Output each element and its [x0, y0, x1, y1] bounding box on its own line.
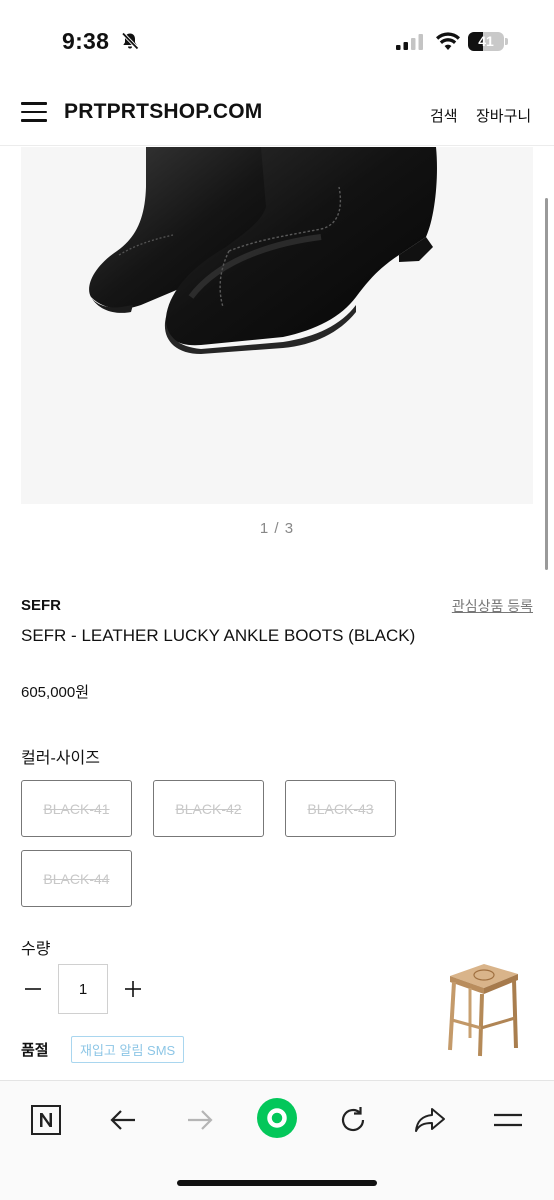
minus-icon[interactable] — [21, 977, 45, 1001]
naver-n-icon[interactable] — [26, 1100, 66, 1140]
option-chip-black-43[interactable]: BLACK-43 — [285, 780, 396, 837]
soldout-label: 품절 — [21, 1042, 49, 1059]
status-time: 9:38 — [62, 28, 110, 54]
site-header: PRTPRTSHOP.COM 검색 장바구니 — [0, 80, 554, 146]
wifi-icon — [436, 32, 460, 50]
stool-floating-icon[interactable] — [440, 958, 522, 1058]
option-label: 컬러-사이즈 — [21, 750, 100, 767]
boots-photo — [89, 147, 437, 354]
product-price: 605,000원 — [21, 684, 90, 701]
restock-sms-button[interactable]: 재입고 알림 SMS — [71, 1036, 185, 1063]
option-chip-black-41[interactable]: BLACK-41 — [21, 780, 132, 837]
wishlist-link[interactable]: 관심상품 등록 — [452, 596, 533, 616]
battery-indicator: 41 — [468, 32, 508, 51]
forward-arrow-icon[interactable] — [180, 1100, 220, 1140]
image-counter: 1 / 3 — [259, 520, 295, 537]
cellular-signal-icon — [396, 34, 423, 50]
product-name: SEFR - LEATHER LUCKY ANKLE BOOTS (BLACK) — [21, 626, 416, 645]
site-logo[interactable]: PRTPRTSHOP.COM — [64, 100, 262, 124]
refresh-icon[interactable] — [333, 1100, 373, 1140]
back-arrow-icon[interactable] — [103, 1100, 143, 1140]
green-home-icon[interactable] — [256, 1097, 298, 1139]
share-icon[interactable] — [410, 1100, 450, 1140]
plus-icon[interactable] — [121, 977, 145, 1001]
hamburger-menu-icon[interactable] — [21, 102, 47, 122]
option-chip-black-44[interactable]: BLACK-44 — [21, 850, 132, 907]
search-link[interactable]: 검색 — [430, 105, 458, 126]
menu-icon[interactable] — [488, 1100, 528, 1140]
home-indicator — [177, 1180, 377, 1186]
option-chip-black-42[interactable]: BLACK-42 — [153, 780, 264, 837]
quantity-input[interactable]: 1 — [58, 964, 108, 1014]
quantity-label: 수량 — [21, 941, 51, 958]
status-bar: 9:38 41 — [0, 0, 554, 80]
page-scrollbar[interactable] — [545, 198, 548, 570]
product-brand[interactable]: SEFR — [21, 597, 61, 614]
battery-percent: 41 — [478, 33, 494, 49]
cart-link[interactable]: 장바구니 — [476, 105, 531, 126]
product-image[interactable] — [21, 147, 533, 504]
bell-muted-icon — [121, 32, 139, 50]
